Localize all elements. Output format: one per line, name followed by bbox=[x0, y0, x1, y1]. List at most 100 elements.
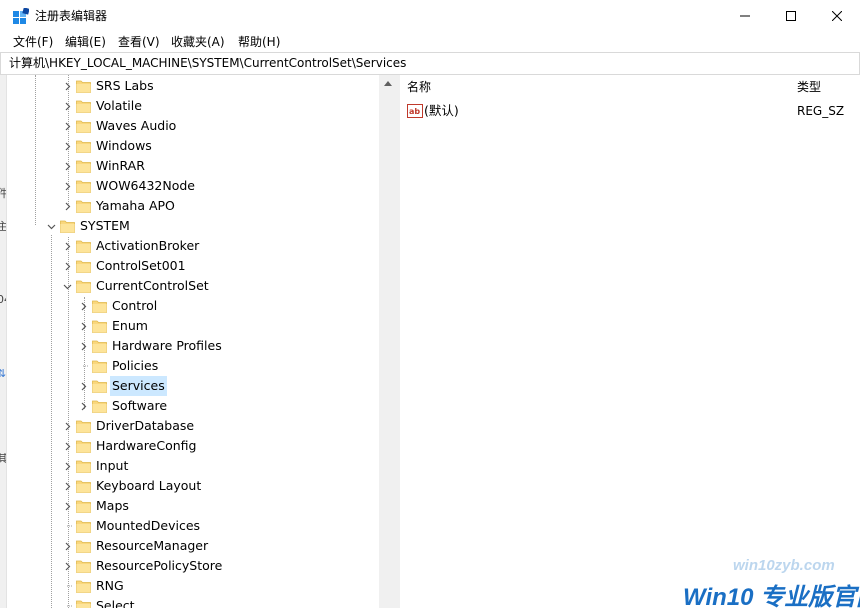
tree-item-label: Control bbox=[112, 298, 158, 313]
scroll-up-button[interactable] bbox=[379, 75, 396, 92]
background-window-edge: 件 主 04 ⇅ 其 bbox=[0, 75, 7, 608]
tree-item[interactable]: Select bbox=[61, 596, 379, 608]
tree-item-label: Volatile bbox=[96, 98, 142, 113]
tree-item[interactable]: Waves Audio bbox=[61, 116, 379, 136]
tree-item[interactable]: Windows bbox=[61, 136, 379, 156]
tree-scrollbar[interactable] bbox=[379, 75, 396, 608]
tree-item[interactable]: WinRAR bbox=[61, 156, 379, 176]
maximize-button[interactable] bbox=[768, 0, 814, 32]
tree-item[interactable]: Maps bbox=[61, 496, 379, 516]
tree-item[interactable]: Enum bbox=[77, 316, 379, 336]
chevron-right-icon[interactable] bbox=[61, 156, 73, 176]
tree-item[interactable]: Services bbox=[77, 376, 379, 396]
folder-icon bbox=[76, 160, 91, 173]
maximize-icon bbox=[786, 11, 796, 21]
tree-item[interactable]: HardwareConfig bbox=[61, 436, 379, 456]
chevron-right-icon[interactable] bbox=[61, 236, 73, 256]
tree-item[interactable]: DriverDatabase bbox=[61, 416, 379, 436]
menu-edit[interactable]: 编辑(E) bbox=[65, 34, 106, 50]
chevron-right-icon[interactable] bbox=[61, 76, 73, 96]
folder-icon bbox=[76, 240, 91, 253]
scroll-thumb[interactable] bbox=[380, 95, 395, 608]
tree-item[interactable]: ResourcePolicyStore bbox=[61, 556, 379, 576]
window-title: 注册表编辑器 bbox=[35, 9, 108, 23]
string-value-icon: ab bbox=[407, 104, 423, 118]
close-button[interactable] bbox=[814, 0, 860, 32]
tree-item[interactable]: Hardware Profiles bbox=[77, 336, 379, 356]
chevron-right-icon[interactable] bbox=[61, 496, 73, 516]
tree-leaf-connector bbox=[61, 516, 73, 536]
menu-help[interactable]: 帮助(H) bbox=[238, 34, 280, 50]
address-path[interactable]: 计算机\HKEY_LOCAL_MACHINE\SYSTEM\CurrentCon… bbox=[9, 56, 406, 71]
chevron-right-icon[interactable] bbox=[77, 296, 89, 316]
chevron-right-icon[interactable] bbox=[77, 316, 89, 336]
tree-item[interactable]: RNG bbox=[61, 576, 379, 596]
registry-tree[interactable]: SRS Labs Volatile Waves Audio Windows WinRAR… bbox=[7, 75, 379, 608]
folder-icon bbox=[92, 340, 107, 353]
folder-icon bbox=[76, 600, 91, 608]
tree-leaf-connector bbox=[61, 576, 73, 596]
menu-view[interactable]: 查看(V) bbox=[118, 34, 160, 50]
tree-item-label: Policies bbox=[112, 358, 159, 373]
menu-file[interactable]: 文件(F) bbox=[13, 34, 53, 50]
tree-item-label: Hardware Profiles bbox=[112, 338, 222, 353]
tree-item-label: Yamaha APO bbox=[96, 198, 175, 213]
chevron-down-icon[interactable] bbox=[45, 216, 57, 236]
tree-item[interactable]: ControlSet001 bbox=[61, 256, 379, 276]
tree-item[interactable]: Input bbox=[61, 456, 379, 476]
tree-item[interactable]: SRS Labs bbox=[61, 76, 379, 96]
tree-item[interactable]: Yamaha APO bbox=[61, 196, 379, 216]
chevron-down-icon[interactable] bbox=[61, 276, 73, 296]
chevron-right-icon[interactable] bbox=[61, 256, 73, 276]
values-list[interactable]: 名称 类型 ab (默认) REG_SZ bbox=[401, 75, 860, 608]
tree-item-label: WOW6432Node bbox=[96, 178, 195, 193]
chevron-right-icon[interactable] bbox=[61, 96, 73, 116]
tree-item-label: WinRAR bbox=[96, 158, 145, 173]
chevron-right-icon[interactable] bbox=[61, 136, 73, 156]
tree-item[interactable]: MountedDevices bbox=[61, 516, 379, 536]
menu-bar: 文件(F) 编辑(E) 查看(V) 收藏夹(A) 帮助(H) bbox=[0, 32, 860, 52]
tree-item[interactable]: ResourceManager bbox=[61, 536, 379, 556]
title-bar: 注册表编辑器 bbox=[0, 0, 860, 32]
tree-item[interactable]: CurrentControlSet bbox=[61, 276, 379, 296]
chevron-right-icon[interactable] bbox=[61, 196, 73, 216]
chevron-right-icon[interactable] bbox=[61, 556, 73, 576]
chevron-right-icon[interactable] bbox=[61, 536, 73, 556]
column-header-type[interactable]: 类型 bbox=[791, 75, 857, 99]
address-bar[interactable]: 计算机\HKEY_LOCAL_MACHINE\SYSTEM\CurrentCon… bbox=[0, 52, 860, 75]
chevron-right-icon[interactable] bbox=[77, 336, 89, 356]
value-row[interactable]: ab (默认) REG_SZ bbox=[401, 101, 860, 121]
tree-item-label: Waves Audio bbox=[96, 118, 177, 133]
chevron-right-icon[interactable] bbox=[77, 376, 89, 396]
chevron-right-icon[interactable] bbox=[61, 176, 73, 196]
chevron-right-icon[interactable] bbox=[61, 436, 73, 456]
tree-item[interactable]: Keyboard Layout bbox=[61, 476, 379, 496]
tree-item[interactable]: Policies bbox=[77, 356, 379, 376]
chevron-right-icon[interactable] bbox=[61, 416, 73, 436]
folder-icon bbox=[76, 280, 91, 293]
folder-icon bbox=[92, 380, 107, 393]
minimize-icon bbox=[740, 15, 750, 17]
tree-item[interactable]: SYSTEM bbox=[45, 216, 379, 236]
regedit-icon bbox=[13, 8, 29, 24]
tree-item-label: SYSTEM bbox=[80, 218, 130, 233]
tree-item[interactable]: Control bbox=[77, 296, 379, 316]
column-header-name[interactable]: 名称 bbox=[401, 75, 796, 99]
tree-guide-line bbox=[51, 235, 52, 608]
tree-item-label: Software bbox=[112, 398, 168, 413]
tree-item[interactable]: Software bbox=[77, 396, 379, 416]
tree-item[interactable]: WOW6432Node bbox=[61, 176, 379, 196]
tree-item-label: Keyboard Layout bbox=[96, 478, 202, 493]
tree-item[interactable]: ActivationBroker bbox=[61, 236, 379, 256]
chevron-right-icon[interactable] bbox=[61, 456, 73, 476]
pane-splitter[interactable] bbox=[396, 75, 400, 608]
menu-favorites[interactable]: 收藏夹(A) bbox=[171, 34, 225, 50]
tree-item-label: ControlSet001 bbox=[96, 258, 186, 273]
tree-item[interactable]: Volatile bbox=[61, 96, 379, 116]
folder-icon bbox=[76, 140, 91, 153]
folder-icon bbox=[76, 420, 91, 433]
chevron-right-icon[interactable] bbox=[77, 396, 89, 416]
minimize-button[interactable] bbox=[722, 0, 768, 32]
chevron-right-icon[interactable] bbox=[61, 476, 73, 496]
chevron-right-icon[interactable] bbox=[61, 116, 73, 136]
